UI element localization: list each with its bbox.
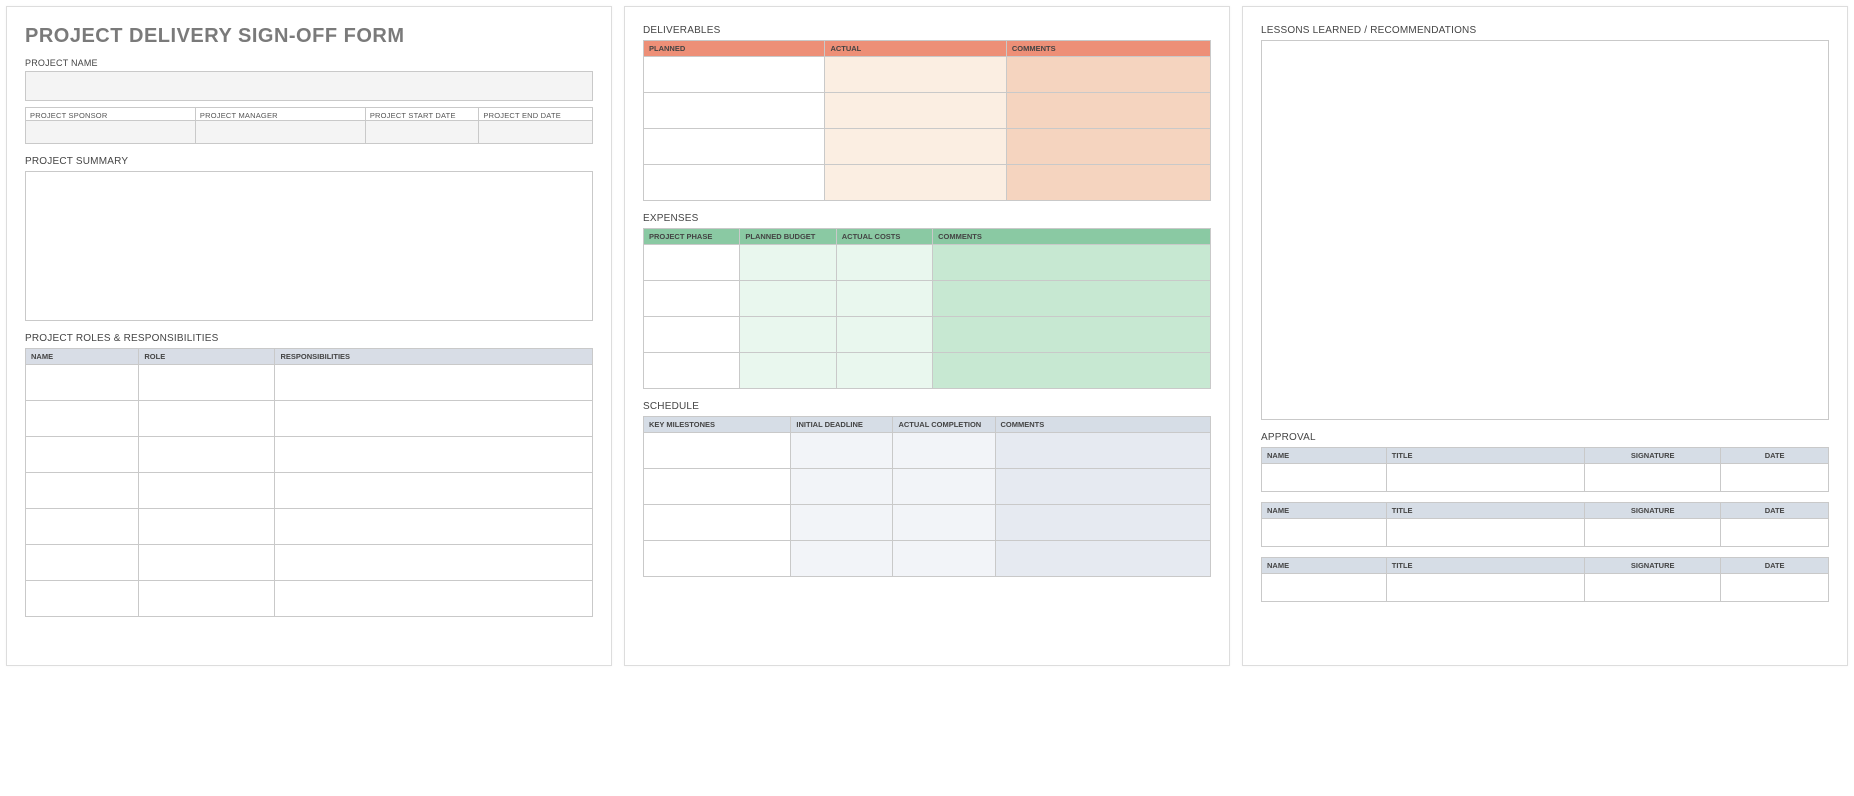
meta-manager-label: PROJECT MANAGER [196, 108, 365, 120]
appr-th-title: TITLE [1386, 558, 1584, 574]
table-row[interactable] [1262, 519, 1829, 547]
appr-th-date: DATE [1721, 503, 1829, 519]
table-row[interactable] [644, 281, 1211, 317]
sched-th-initial: INITIAL DEADLINE [791, 417, 893, 433]
appr-th-date: DATE [1721, 448, 1829, 464]
meta-sponsor-label: PROJECT SPONSOR [26, 108, 195, 120]
appr-th-name: NAME [1262, 558, 1387, 574]
deliverables-table: PLANNED ACTUAL COMMENTS [643, 40, 1211, 201]
deliv-th-actual: ACTUAL [825, 41, 1006, 57]
appr-th-sig: SIGNATURE [1585, 503, 1721, 519]
lessons-field[interactable] [1261, 40, 1829, 420]
approval-table: NAME TITLE SIGNATURE DATE [1261, 502, 1829, 547]
sched-th-comments: COMMENTS [995, 417, 1211, 433]
approval-table: NAME TITLE SIGNATURE DATE [1261, 557, 1829, 602]
deliv-th-comments: COMMENTS [1006, 41, 1210, 57]
meta-start: PROJECT START DATE [366, 107, 480, 144]
table-row[interactable] [644, 469, 1211, 505]
page-3: LESSONS LEARNED / RECOMMENDATIONS APPROV… [1242, 6, 1848, 666]
approval-block-2: NAME TITLE SIGNATURE DATE [1261, 502, 1829, 547]
expenses-table: PROJECT PHASE PLANNED BUDGET ACTUAL COST… [643, 228, 1211, 389]
table-row[interactable] [26, 437, 593, 473]
appr-th-title: TITLE [1386, 503, 1584, 519]
table-row[interactable] [644, 245, 1211, 281]
meta-manager: PROJECT MANAGER [196, 107, 366, 144]
table-row[interactable] [26, 401, 593, 437]
project-name-label: PROJECT NAME [25, 58, 593, 68]
exp-th-budget: PLANNED BUDGET [740, 229, 836, 245]
schedule-table: KEY MILESTONES INITIAL DEADLINE ACTUAL C… [643, 416, 1211, 577]
table-row[interactable] [644, 57, 1211, 93]
expenses-label: EXPENSES [643, 213, 1211, 224]
schedule-label: SCHEDULE [643, 401, 1211, 412]
roles-th-name: NAME [26, 349, 139, 365]
page-1: PROJECT DELIVERY SIGN-OFF FORM PROJECT N… [6, 6, 612, 666]
table-row[interactable] [644, 433, 1211, 469]
project-name-field[interactable] [25, 71, 593, 101]
form-title: PROJECT DELIVERY SIGN-OFF FORM [25, 25, 593, 48]
sched-th-milestones: KEY MILESTONES [644, 417, 791, 433]
appr-th-name: NAME [1262, 503, 1387, 519]
meta-manager-field[interactable] [196, 120, 365, 143]
table-row[interactable] [1262, 464, 1829, 492]
table-row[interactable] [644, 541, 1211, 577]
table-row[interactable] [644, 165, 1211, 201]
table-row[interactable] [26, 581, 593, 617]
exp-th-phase: PROJECT PHASE [644, 229, 740, 245]
deliv-th-planned: PLANNED [644, 41, 825, 57]
appr-th-date: DATE [1721, 558, 1829, 574]
table-row[interactable] [26, 545, 593, 581]
table-row[interactable] [1262, 574, 1829, 602]
table-row[interactable] [644, 93, 1211, 129]
exp-th-comments: COMMENTS [933, 229, 1211, 245]
sched-th-actual: ACTUAL COMPLETION [893, 417, 995, 433]
meta-end: PROJECT END DATE [479, 107, 593, 144]
appr-th-name: NAME [1262, 448, 1387, 464]
page-2: DELIVERABLES PLANNED ACTUAL COMMENTS EXP… [624, 6, 1230, 666]
exp-th-actual: ACTUAL COSTS [836, 229, 932, 245]
table-row[interactable] [26, 473, 593, 509]
meta-sponsor-field[interactable] [26, 120, 195, 143]
approval-label: APPROVAL [1261, 432, 1829, 443]
meta-start-label: PROJECT START DATE [366, 108, 479, 120]
lessons-label: LESSONS LEARNED / RECOMMENDATIONS [1261, 25, 1829, 36]
summary-label: PROJECT SUMMARY [25, 156, 593, 167]
summary-field[interactable] [25, 171, 593, 321]
table-row[interactable] [644, 317, 1211, 353]
roles-th-resp: RESPONSIBILITIES [275, 349, 593, 365]
table-row[interactable] [644, 129, 1211, 165]
deliverables-label: DELIVERABLES [643, 25, 1211, 36]
roles-th-role: ROLE [139, 349, 275, 365]
approval-table: NAME TITLE SIGNATURE DATE [1261, 447, 1829, 492]
approval-block-1: NAME TITLE SIGNATURE DATE [1261, 447, 1829, 492]
meta-start-field[interactable] [366, 120, 479, 143]
meta-sponsor: PROJECT SPONSOR [25, 107, 196, 144]
table-row[interactable] [26, 509, 593, 545]
meta-end-label: PROJECT END DATE [479, 108, 592, 120]
roles-label: PROJECT ROLES & RESPONSIBILITIES [25, 333, 593, 344]
meta-end-field[interactable] [479, 120, 592, 143]
table-row[interactable] [644, 505, 1211, 541]
workspace: PROJECT DELIVERY SIGN-OFF FORM PROJECT N… [0, 0, 1854, 672]
appr-th-sig: SIGNATURE [1585, 448, 1721, 464]
roles-table: NAME ROLE RESPONSIBILITIES [25, 348, 593, 617]
appr-th-sig: SIGNATURE [1585, 558, 1721, 574]
table-row[interactable] [26, 365, 593, 401]
appr-th-title: TITLE [1386, 448, 1584, 464]
approval-block-3: NAME TITLE SIGNATURE DATE [1261, 557, 1829, 602]
meta-row: PROJECT SPONSOR PROJECT MANAGER PROJECT … [25, 107, 593, 144]
table-row[interactable] [644, 353, 1211, 389]
